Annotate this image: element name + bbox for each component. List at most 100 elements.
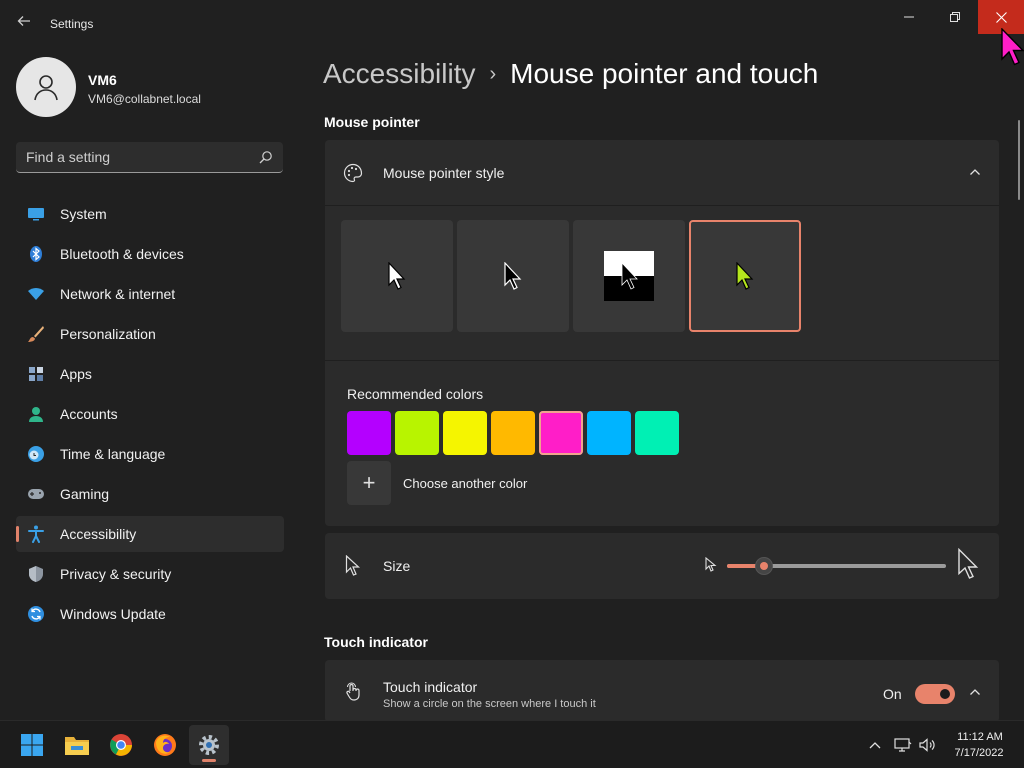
small-pointer-icon [705, 557, 717, 572]
show-hidden-icons-button[interactable] [866, 737, 884, 753]
pointer-style-black[interactable] [457, 220, 569, 332]
network-icon [894, 738, 912, 752]
apps-icon [26, 364, 46, 384]
sidebar-item-label: Privacy & security [60, 566, 172, 582]
color-swatch[interactable] [347, 411, 391, 455]
user-email: VM6@collabnet.local [88, 92, 201, 106]
monitor-icon [26, 204, 46, 224]
size-card: Size [325, 533, 999, 599]
taskbar-firefox[interactable] [145, 725, 185, 765]
divider [325, 360, 999, 361]
add-color-button[interactable]: + [347, 461, 391, 505]
sidebar-item-personalization[interactable]: Personalization [16, 316, 284, 352]
color-swatch[interactable] [491, 411, 535, 455]
volume-tray-button[interactable] [919, 737, 937, 753]
network-tray-button[interactable] [894, 737, 912, 753]
color-swatch[interactable] [587, 411, 631, 455]
touch-indicator-label: Touch indicator [383, 679, 478, 695]
mouse-pointer-style-card: Mouse pointer style Recommended colors +… [325, 140, 999, 526]
search-box[interactable] [16, 142, 283, 173]
shield-icon [26, 564, 46, 584]
chevron-up-icon [869, 742, 881, 749]
person-icon [26, 404, 46, 424]
sidebar-item-system[interactable]: System [16, 196, 284, 232]
wifi-icon [26, 284, 46, 304]
breadcrumb: Accessibility › Mouse pointer and touch [323, 58, 818, 90]
minimize-button[interactable] [886, 0, 932, 34]
toggle-state-text: On [883, 686, 902, 702]
minimize-icon [904, 16, 914, 18]
sidebar-item-label: Personalization [60, 326, 156, 342]
taskbar: 11:12 AM 7/17/2022 [0, 720, 1024, 768]
brush-icon [26, 324, 46, 344]
back-button[interactable] [12, 12, 36, 36]
mouse-cursor-icon [1001, 28, 1024, 66]
mouse-pointer-style-header[interactable]: Mouse pointer style [325, 140, 999, 206]
sidebar-item-accessibility[interactable]: Accessibility [16, 516, 284, 552]
title-bar: Settings [0, 0, 1024, 48]
sidebar-item-accounts[interactable]: Accounts [16, 396, 284, 432]
touch-indicator-toggle[interactable] [915, 684, 955, 704]
large-pointer-icon [958, 548, 979, 579]
color-swatch[interactable] [443, 411, 487, 455]
size-slider-thumb[interactable] [756, 558, 773, 574]
pointer-style-inverted[interactable] [573, 220, 685, 332]
taskbar-settings[interactable] [189, 725, 229, 765]
bluetooth-icon [26, 244, 46, 264]
file-explorer-icon [65, 737, 89, 755]
accessibility-icon [26, 524, 46, 544]
close-icon [995, 11, 1007, 23]
restore-icon [950, 12, 960, 22]
pointer-icon [345, 555, 361, 576]
sidebar-item-label: Gaming [60, 486, 110, 502]
user-name: VM6 [88, 72, 117, 88]
section-title-touch-indicator: Touch indicator [324, 634, 428, 650]
sidebar-item-windows-update[interactable]: Windows Update [16, 596, 284, 632]
settings-icon [199, 735, 219, 755]
person-icon [34, 75, 58, 101]
color-swatch[interactable] [539, 411, 583, 455]
sidebar-item-label: Time & language [60, 446, 166, 462]
sidebar-item-network[interactable]: Network & internet [16, 276, 284, 312]
firefox-icon [154, 734, 176, 756]
start-button[interactable] [12, 725, 52, 765]
sidebar-nav: System Bluetooth & devices Network & int… [16, 196, 284, 636]
choose-another-color-label[interactable]: Choose another color [403, 476, 527, 491]
black-pointer-icon [504, 262, 522, 290]
update-icon [26, 604, 46, 624]
clock-globe-icon [26, 444, 46, 464]
sidebar-item-label: Windows Update [60, 606, 166, 622]
clock-date[interactable]: 7/17/2022 [946, 747, 1012, 759]
arrow-left-icon [17, 16, 30, 26]
touch-icon [346, 682, 360, 701]
search-icon[interactable] [259, 150, 273, 164]
breadcrumb-parent-link[interactable]: Accessibility [323, 58, 475, 89]
sidebar-item-gaming[interactable]: Gaming [16, 476, 284, 512]
sidebar-item-privacy[interactable]: Privacy & security [16, 556, 284, 592]
pointer-style-custom[interactable] [689, 220, 801, 332]
search-input[interactable] [26, 149, 246, 165]
color-swatch[interactable] [395, 411, 439, 455]
page-title: Mouse pointer and touch [510, 58, 819, 89]
sidebar-item-bluetooth[interactable]: Bluetooth & devices [16, 236, 284, 272]
color-swatch[interactable] [635, 411, 679, 455]
sidebar-item-apps[interactable]: Apps [16, 356, 284, 392]
clock-time[interactable]: 11:12 AM [950, 731, 1010, 743]
pointer-style-white[interactable] [341, 220, 453, 332]
chevron-up-icon[interactable] [969, 166, 981, 178]
app-title: Settings [50, 17, 94, 31]
maximize-button[interactable] [932, 0, 978, 34]
scrollbar[interactable] [1018, 120, 1020, 200]
taskbar-file-explorer[interactable] [57, 725, 97, 765]
gamepad-icon [26, 484, 46, 504]
size-label: Size [383, 558, 411, 574]
avatar [16, 57, 76, 117]
chevron-up-icon[interactable] [969, 686, 981, 698]
white-pointer-icon [388, 262, 406, 290]
taskbar-chrome[interactable] [101, 725, 141, 765]
custom-color-pointer-icon [736, 262, 754, 290]
sidebar-item-label: Bluetooth & devices [60, 246, 184, 262]
touch-indicator-card[interactable]: Touch indicator Show a circle on the scr… [325, 660, 999, 722]
sidebar-item-time-language[interactable]: Time & language [16, 436, 284, 472]
mouse-pointer-style-label: Mouse pointer style [383, 165, 505, 181]
